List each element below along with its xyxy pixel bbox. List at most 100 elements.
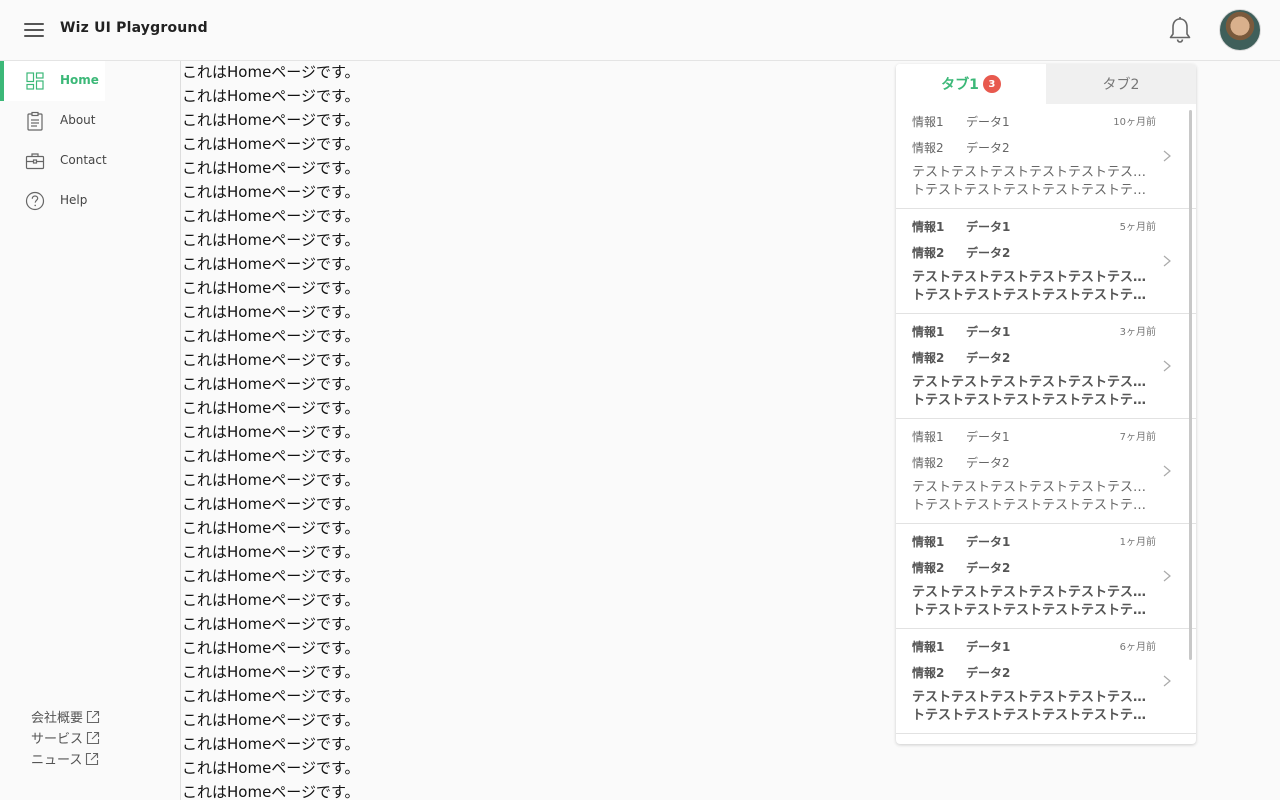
footer-links: 会社概要 サービス ニュース [31,706,100,769]
sidebar-item-label: Contact [60,153,107,167]
info-value: データ1 [966,115,1010,129]
footer-link-label: サービス [31,732,84,747]
info-key: 情報1 [912,325,945,339]
notification-item[interactable]: 情報1 データ1 10ヶ月前情報2 データ2 テストテストテストテストテストテストテスト… [896,104,1196,209]
dashboard-icon [26,72,44,90]
notification-item[interactable]: 情報1 データ1 7ヶ月前情報2 データ2 テストテストテストテストテストテストテストト… [896,419,1196,524]
user-avatar[interactable] [1219,9,1261,51]
home-text-line: これはHomeページです。 [182,399,360,417]
sidebar-item-label: Help [60,193,88,207]
description-line: トテストテストテストテストテストテストテスト… [912,288,1154,303]
home-text-line: これはHomeページです。 [182,87,360,105]
notification-list[interactable]: 情報1 データ1 10ヶ月前情報2 データ2 テストテストテストテストテストテストテスト… [896,104,1196,744]
description-line: テストテストテストテストテストテストテスト [912,165,1154,180]
info-row-2: 情報2 データ2 [912,244,1010,261]
info-row-2: 情報2 データ2 [912,559,1010,576]
item-description: テストテストテストテストテストテストテストトテストテストテストテストテストテスト… [912,479,1154,515]
tab-1[interactable]: タブ1 3 [896,64,1046,104]
home-text-line: これはHomeページです。 [182,159,360,177]
info-value: データ1 [966,535,1011,549]
info-key: 情報2 [912,141,944,155]
briefcase-icon [25,153,45,170]
notification-item[interactable]: 情報1 データ1 5ヶ月前情報2 データ2 テストテストテストテストテストテストテストト… [896,209,1196,314]
info-value: データ1 [966,325,1011,339]
description-line: トテストテストテストテストテストテストテスト… [912,603,1154,618]
info-value: データ1 [966,430,1010,444]
tab-label: タブ1 [941,77,979,93]
chevron-right-icon [1163,465,1171,477]
info-value: データ2 [966,561,1011,575]
footer-link-label: ニュース [31,753,83,768]
description-line: テストテストテストテストテストテストテスト [912,585,1154,600]
item-description: テストテストテストテストテストテストテストトテストテストテストテストテストテスト… [912,269,1154,305]
timestamp: 3ヶ月前 [1119,327,1156,338]
notification-panel: タブ1 3 タブ2 情報1 データ1 10ヶ月前情報2 データ2 テストテストテストテス… [896,64,1196,744]
timestamp: 6ヶ月前 [1119,642,1156,653]
home-text-list: これはHomeページです。 これはHomeページです。 これはHomeページです。こ… [181,61,360,800]
sidebar-item-about[interactable]: About [0,101,105,141]
sidebar-item-help[interactable]: Help [0,181,105,221]
home-text-line: これはHomeページです。 [182,111,360,129]
panel-tabs: タブ1 3 タブ2 [896,64,1196,104]
info-key: 情報1 [912,115,944,129]
external-link-icon [86,731,100,744]
home-text-line: これはHomeページです。 [182,471,360,489]
chevron-right-icon [1163,360,1171,372]
timestamp: 1ヶ月前 [1119,537,1156,548]
tab-2[interactable]: タブ2 [1046,64,1196,104]
info-key: 情報1 [912,220,945,234]
home-text-line: これはHomeページです。 [182,351,360,369]
help-circle-icon [25,191,45,211]
info-key: 情報2 [912,246,945,260]
home-text-line: これはHomeページです。 [182,519,360,537]
footer-link-service[interactable]: サービス [31,727,100,748]
tab-label: タブ2 [1102,77,1140,93]
sidebar-item-label: About [60,113,96,127]
home-text-line: これはHomeページです。 [182,375,360,393]
home-text-line: これはHomeページです。 [182,231,360,249]
sidebar-item-home[interactable]: Home [0,61,105,101]
info-row-1: 情報1 データ1 [912,323,1010,340]
timestamp: 10ヶ月前 [1113,117,1156,128]
home-text-line: これはHomeページです。 [182,639,360,657]
info-row-2: 情報2 データ2 [912,454,1010,471]
info-row-1: 情報1 データ1 [912,113,1010,130]
footer-link-company[interactable]: 会社概要 [31,706,100,727]
chevron-right-icon [1163,675,1171,687]
info-key: 情報2 [912,666,945,680]
bell-icon[interactable] [1166,15,1194,45]
item-description: テストテストテストテストテストテストテストトテストテストテストテストテストテスト… [912,374,1154,410]
sidebar-item-label: Home [60,73,99,87]
description-line: トテストテストテストテストテストテストテスト… [912,393,1154,408]
info-row-1: 情報1 データ1 [912,218,1010,235]
external-link-icon [86,752,99,765]
info-key: 情報2 [912,561,945,575]
info-key: 情報2 [912,351,945,365]
home-text-line: これはHomeページです。 [182,183,360,201]
chevron-right-icon [1163,255,1171,267]
home-text-line: これはHomeページです。 [182,783,360,800]
home-text-line: これはHomeページです。 [182,447,360,465]
home-text-line: これはHomeページです。 [182,63,360,81]
notification-item[interactable]: 情報1 データ1 1ヶ月前情報2 データ2 テストテストテストテストテストテストテストト… [896,524,1196,629]
app-header: Wiz UI Playground [0,0,1280,61]
home-text-line: これはHomeページです。 [182,327,360,345]
home-text-line: これはHomeページです。 [182,495,360,513]
home-text-line: これはHomeページです。 [182,255,360,273]
home-text-line: これはHomeページです。 [182,711,360,729]
notification-item[interactable]: 情報1 データ1 6ヶ月前情報2 データ2 テストテストテストテストテストテストテストト… [896,629,1196,734]
scrollbar[interactable] [1189,110,1192,660]
home-text-line: これはHomeページです。 [182,567,360,585]
clipboard-icon [27,111,43,131]
hamburger-menu-icon[interactable] [22,20,46,40]
home-text-line: これはHomeページです。 [182,735,360,753]
notification-item[interactable]: 情報1 データ1 3ヶ月前情報2 データ2 テストテストテストテストテストテストテストト… [896,314,1196,419]
footer-link-news[interactable]: ニュース [31,748,100,769]
description-line: テストテストテストテストテストテストテスト [912,690,1154,705]
home-text-line: これはHomeページです。 [182,543,360,561]
chevron-right-icon [1163,150,1171,162]
timestamp: 7ヶ月前 [1119,432,1156,443]
chevron-right-icon [1163,570,1171,582]
sidebar-item-contact[interactable]: Contact [0,141,107,181]
app-title: Wiz UI Playground [60,20,208,36]
